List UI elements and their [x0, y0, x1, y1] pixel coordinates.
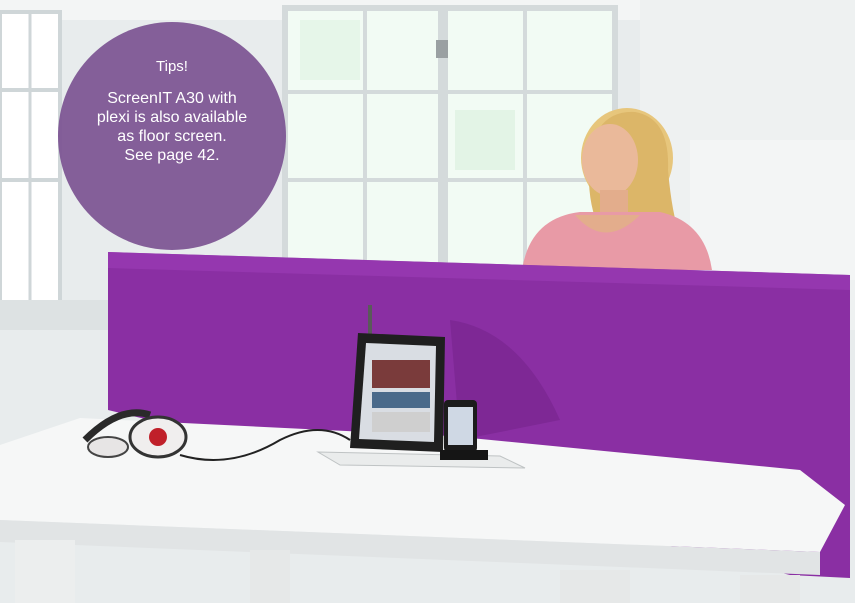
tips-callout: Tips! ScreenIT A30 with plexi is also av… [58, 22, 286, 250]
tip-line: See page 42. [124, 147, 220, 164]
tip-title: Tips! [156, 58, 188, 75]
tip-line: ScreenIT A30 with [107, 90, 237, 107]
product-photo: Tips! ScreenIT A30 with plexi is also av… [0, 0, 855, 603]
tip-line: plexi is also available [96, 109, 248, 126]
tip-line: as floor screen. [117, 128, 227, 145]
tip-body: ScreenIT A30 with plexi is also availabl… [76, 89, 268, 165]
